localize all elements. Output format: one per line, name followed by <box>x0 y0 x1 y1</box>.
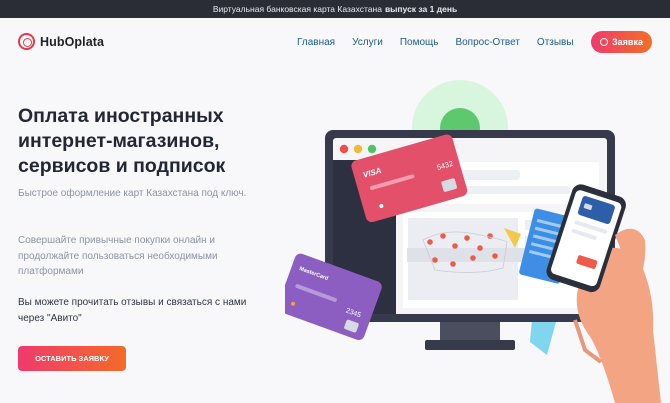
request-button-label: Заявка <box>612 37 643 47</box>
announcement-text: Виртуальная банковская карта Казахстана <box>212 4 382 14</box>
hero-title: Оплата иностранных интернет-магазинов, с… <box>18 104 253 179</box>
nav-item-services[interactable]: Услуги <box>352 37 383 48</box>
nav-item-home[interactable]: Главная <box>297 37 335 48</box>
logo-text: HubOplata <box>40 34 105 49</box>
announcement-emphasis: выпуск за 1 день <box>384 4 458 14</box>
title-line-1: Оплата иностранных <box>18 105 224 127</box>
nav-item-help[interactable]: Помощь <box>400 37 439 48</box>
announcement-bar: Виртуальная банковская карта Казахстана … <box>0 0 670 18</box>
title-line-3: сервисов и подписок <box>18 155 226 177</box>
logo[interactable]: HubOplata <box>18 33 104 50</box>
main-nav: Главная Услуги Помощь Вопрос-Ответ Отзыв… <box>297 37 591 48</box>
nav-item-faq[interactable]: Вопрос-Ответ <box>455 37 519 48</box>
hero-paragraph-2: Совершайте привычные покупки онлайн и пр… <box>18 235 218 277</box>
hero-paragraph-3: Вы можете прочитать отзывы и связаться с… <box>18 297 247 324</box>
submit-request-button[interactable]: ОСТАВИТЬ ЗАЯВКУ <box>18 346 126 371</box>
logo-icon <box>18 33 35 50</box>
title-line-2: интернет-магазинов, <box>18 130 220 152</box>
hero-paragraph-1: Быстрое оформление карт Казахстана под к… <box>18 188 247 199</box>
site-header: HubOplata Главная Услуги Помощь Вопрос-О… <box>0 18 670 66</box>
request-button[interactable]: Заявка <box>591 31 652 53</box>
page-title: Оплата иностранных интернет-магазинов, с… <box>18 104 253 179</box>
logo-ring-icon <box>600 38 609 46</box>
nav-item-reviews[interactable]: Отзывы <box>537 37 574 48</box>
hero-illustration: VISA 5432 MasterCard 2345 <box>285 80 661 403</box>
